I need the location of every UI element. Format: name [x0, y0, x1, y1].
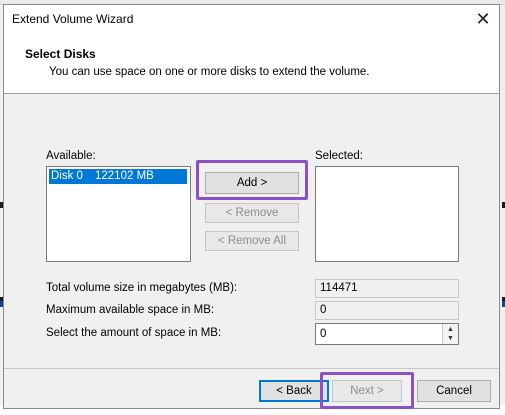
- available-label: Available:: [46, 150, 96, 162]
- window-title: Extend Volume Wizard: [12, 12, 134, 26]
- available-disks-list[interactable]: Disk 0 122102 MB: [46, 166, 191, 262]
- footer-separator: [4, 368, 499, 369]
- amount-value: 0: [320, 328, 327, 340]
- extend-volume-wizard-dialog: Extend Volume Wizard ✕ Select Disks You …: [3, 4, 500, 409]
- max-space-label: Maximum available space in MB:: [46, 304, 215, 316]
- wizard-header: Select Disks You can use space on one or…: [4, 33, 499, 94]
- total-size-value: 114471: [315, 279, 459, 298]
- remove-all-button[interactable]: < Remove All: [205, 231, 299, 251]
- max-space-value: 0: [315, 301, 459, 320]
- page-description: You can use space on one or more disks t…: [49, 66, 370, 78]
- amount-label: Select the amount of space in MB:: [46, 327, 222, 339]
- amount-input[interactable]: 0 ▲ ▼: [315, 323, 459, 345]
- add-button[interactable]: Add >: [205, 172, 299, 194]
- cancel-button[interactable]: Cancel: [417, 380, 491, 402]
- page-title: Select Disks: [25, 47, 96, 61]
- total-size-label: Total volume size in megabytes (MB):: [46, 282, 238, 294]
- spin-up-icon[interactable]: ▲: [443, 325, 458, 334]
- spin-down-icon[interactable]: ▼: [443, 334, 458, 343]
- title-bar: Extend Volume Wizard ✕: [4, 5, 499, 33]
- amount-spinner[interactable]: ▲ ▼: [442, 324, 458, 344]
- back-button[interactable]: < Back: [259, 380, 329, 402]
- remove-button[interactable]: < Remove: [205, 203, 299, 223]
- list-item[interactable]: Disk 0 122102 MB: [49, 169, 187, 184]
- close-icon[interactable]: ✕: [469, 7, 497, 31]
- disk-size: 122102 MB: [95, 170, 154, 182]
- next-button[interactable]: Next >: [332, 380, 402, 402]
- disk-name: Disk 0: [51, 170, 83, 182]
- selected-label: Selected:: [315, 150, 363, 162]
- selected-disks-list[interactable]: [315, 166, 459, 262]
